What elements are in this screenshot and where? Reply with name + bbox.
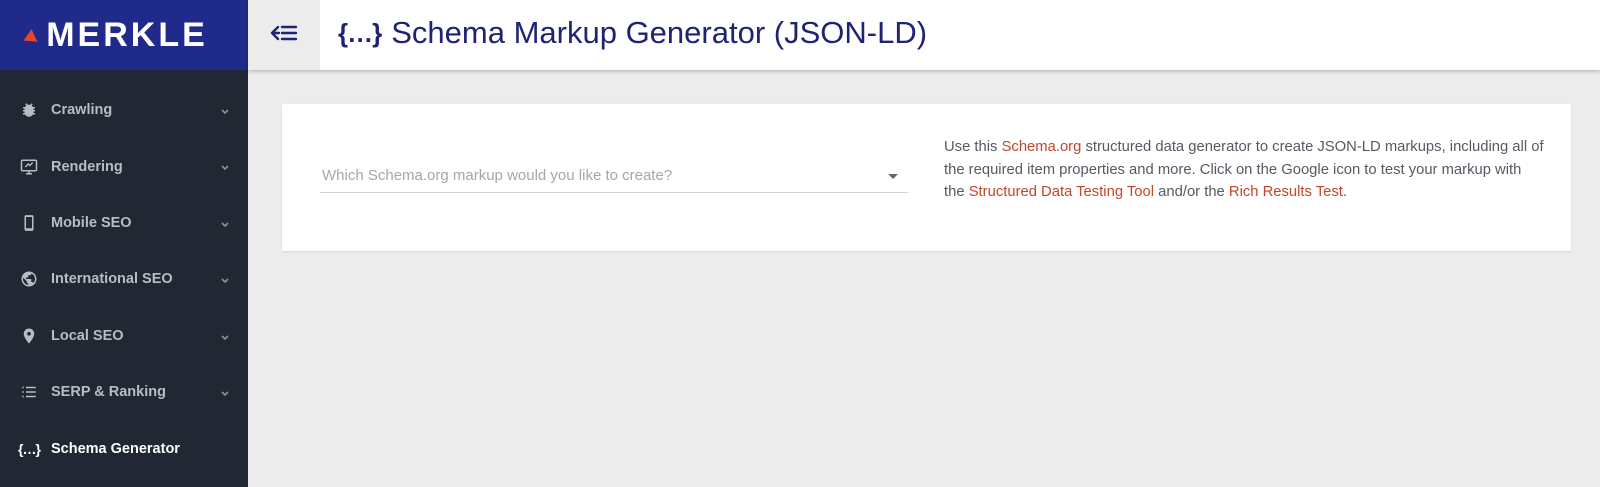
sidebar-item-international-seo[interactable]: International SEO [0, 251, 248, 307]
page-title: {…} Schema Markup Generator (JSON-LD) [338, 15, 927, 51]
page-title-text: Schema Markup Generator (JSON-LD) [391, 15, 928, 50]
select-placeholder: Which Schema.org markup would you like t… [322, 167, 673, 184]
chevron-down-icon [220, 330, 230, 346]
braces-icon: {…} [18, 440, 41, 457]
chevron-down-icon [220, 217, 230, 233]
sidebar-item-local-seo[interactable]: Local SEO [0, 308, 248, 364]
braces-icon: {…} [338, 17, 382, 48]
sidebar-nav: Crawling Rendering Mobile SEO Internatio… [0, 82, 248, 477]
description-part: and/or the [1154, 184, 1229, 200]
description-part: . [1342, 184, 1348, 200]
caret-down-icon [888, 174, 898, 179]
rich-results-test-link[interactable]: Rich Results Test [1229, 184, 1343, 200]
sidebar-item-label: Crawling [51, 102, 113, 119]
brand-logo[interactable]: MERKLE [0, 0, 248, 70]
sidebar-item-label: Schema Generator [51, 440, 180, 457]
top-bar: {…} Schema Markup Generator (JSON-LD) [248, 0, 1600, 70]
sidebar-item-label: International SEO [51, 271, 173, 288]
list-icon [19, 382, 39, 402]
chevron-down-icon [220, 273, 230, 289]
globe-icon [19, 269, 39, 289]
logo-mark-icon [20, 29, 38, 47]
chevron-down-icon [220, 386, 230, 402]
brand-name: MERKLE [46, 15, 208, 54]
structured-data-testing-tool-link[interactable]: Structured Data Testing Tool [969, 184, 1154, 200]
monitor-icon [19, 157, 39, 177]
collapse-sidebar-button[interactable] [248, 0, 320, 70]
sidebar-item-serp-ranking[interactable]: SERP & Ranking [0, 364, 248, 420]
sidebar-item-schema-generator[interactable]: {…} Schema Generator [0, 420, 248, 476]
sidebar-item-rendering[interactable]: Rendering [0, 138, 248, 194]
chevron-down-icon [220, 160, 230, 176]
sidebar-item-label: Rendering [51, 158, 123, 175]
sidebar-item-label: SERP & Ranking [51, 384, 166, 401]
sidebar: MERKLE Crawling Rendering Mobile SEO Int… [0, 0, 248, 487]
sidebar-item-label: Mobile SEO [51, 214, 132, 231]
description-text: Use this Schema.org structured data gene… [944, 136, 1544, 204]
collapse-menu-icon [270, 22, 298, 49]
sidebar-item-label: Local SEO [51, 327, 124, 344]
sidebar-item-crawling[interactable]: Crawling [0, 82, 248, 138]
schema-type-select[interactable]: Which Schema.org markup would you like t… [320, 164, 908, 193]
sidebar-item-mobile-seo[interactable]: Mobile SEO [0, 195, 248, 251]
schema-card: Which Schema.org markup would you like t… [282, 104, 1571, 251]
description-part: Use this [944, 139, 1002, 155]
chevron-down-icon [220, 104, 230, 120]
map-pin-icon [19, 326, 39, 346]
bug-icon [19, 100, 39, 120]
schema-org-link[interactable]: Schema.org [1002, 139, 1082, 155]
mobile-icon [19, 213, 39, 233]
